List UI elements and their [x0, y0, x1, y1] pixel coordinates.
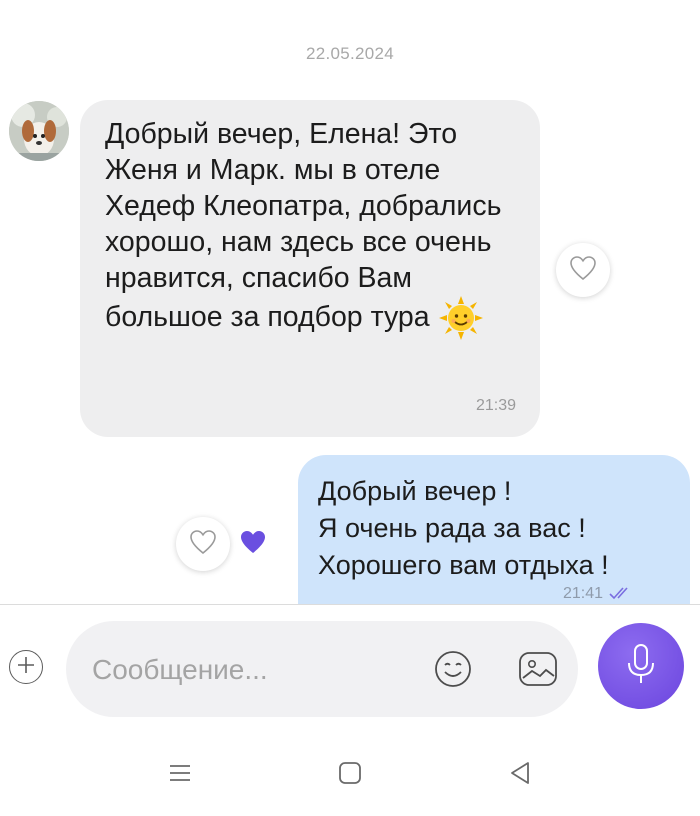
recent-apps-button[interactable]	[162, 757, 198, 793]
back-icon	[506, 759, 534, 792]
double-check-icon	[608, 585, 634, 602]
system-nav-bar	[0, 725, 700, 816]
message-input[interactable]	[90, 648, 414, 692]
voice-message-button[interactable]	[598, 623, 684, 709]
gallery-icon	[515, 652, 561, 695]
message-time: 21:39	[475, 397, 516, 414]
message-composer	[0, 605, 700, 725]
emoji-button[interactable]	[431, 647, 475, 691]
date-separator: 22.05.2024	[305, 44, 395, 63]
smiley-icon	[431, 651, 475, 695]
sun-with-face-icon	[438, 296, 483, 340]
menu-icon	[166, 759, 194, 792]
message-line: Хорошего вам отдыха !	[318, 550, 609, 580]
message-input-container[interactable]	[66, 621, 578, 717]
microphone-icon	[626, 643, 656, 690]
gallery-button[interactable]	[515, 647, 561, 691]
avatar[interactable]	[9, 101, 69, 161]
heart-outline-icon	[189, 529, 217, 560]
heart-outline-icon	[569, 255, 597, 286]
reaction-heart[interactable]	[232, 527, 272, 557]
attach-button[interactable]	[9, 650, 43, 684]
outgoing-message[interactable]: Добрый вечер ! Я очень рада за вас ! Хор…	[298, 455, 690, 604]
message-line: Добрый вечер !	[318, 476, 512, 506]
reaction-button[interactable]	[556, 243, 610, 297]
reaction-button-outgoing[interactable]	[176, 517, 230, 571]
home-icon	[336, 759, 364, 792]
home-button[interactable]	[332, 757, 368, 793]
chat-area[interactable]: 22.05.2024 Добрый вечер, Елена! Это Женя…	[0, 0, 700, 604]
message-line: Я очень рада за вас !	[318, 513, 586, 543]
heart-filled-icon	[232, 527, 272, 561]
back-button[interactable]	[502, 757, 538, 793]
incoming-message[interactable]: Добрый вечер, Елена! Это Женя и Марк. мы…	[80, 100, 540, 437]
message-time: 21:41	[563, 585, 634, 603]
plus-icon	[16, 655, 36, 680]
